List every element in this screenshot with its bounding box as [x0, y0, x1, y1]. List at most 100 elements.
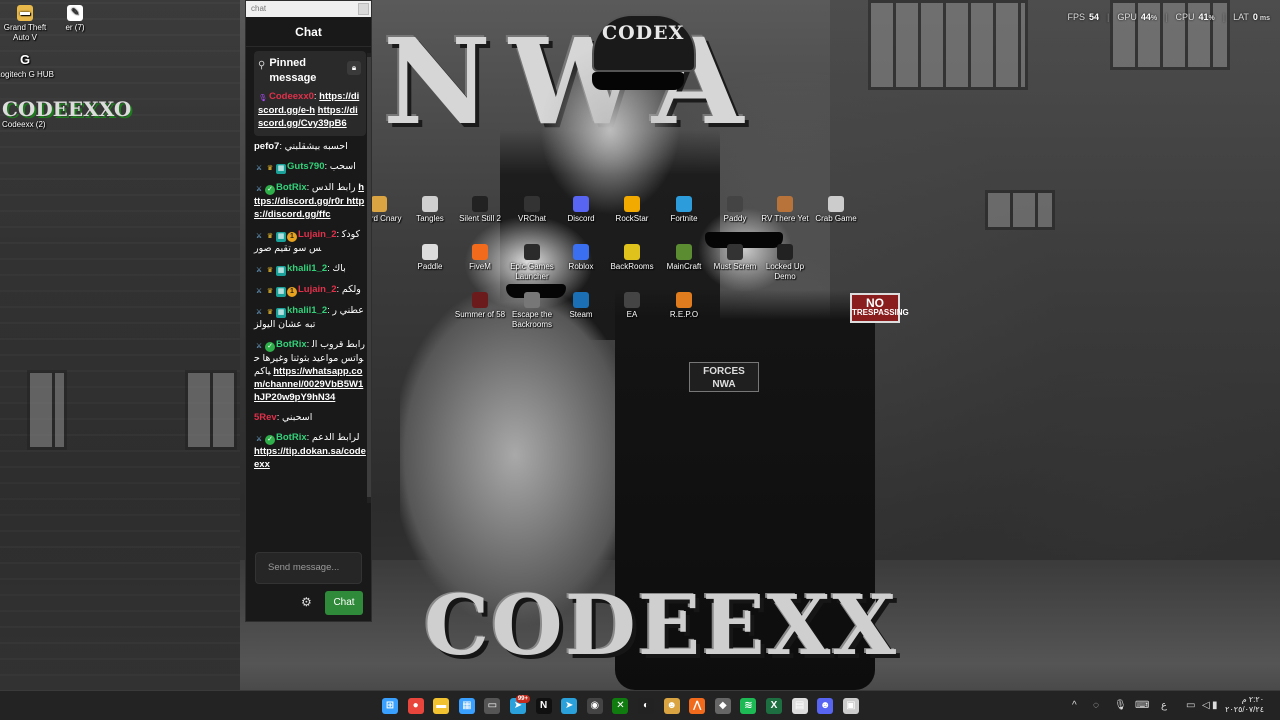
desktop-icon-steam[interactable]: Steam	[552, 292, 610, 320]
chat-header: Chat	[246, 17, 371, 47]
desktop-icon-crab-game[interactable]: Crab Game	[807, 196, 865, 224]
desktop-icon-label: Fortnite	[670, 214, 698, 223]
discord-icon	[573, 196, 589, 212]
language-indicator[interactable]: ع	[1161, 700, 1167, 711]
taskbar-excel-icon[interactable]: X	[766, 698, 782, 714]
desktop-icon-fivem[interactable]: FiveM	[451, 244, 509, 272]
taskbar-telegram-icon[interactable]: ➤ 99+	[510, 695, 530, 714]
taskbar-glyph: N	[539, 700, 548, 711]
chat-message-list[interactable]: ⚲ Pinned message 🔒︎ 🎙︎ Codeexx0: https://…	[246, 47, 371, 547]
window-control-button[interactable]	[358, 3, 369, 15]
desktop-icon-backrooms[interactable]: BackRooms	[603, 244, 661, 272]
taskbar-capcut-icon[interactable]: ◐	[638, 698, 654, 714]
chat-username[interactable]: khalil1_2	[287, 263, 327, 274]
taskbar-phone-link-icon[interactable]: ▭	[484, 698, 501, 714]
desktop-icon-locked-up[interactable]: Locked Up Demo	[756, 244, 814, 282]
taskbar-xbox-icon[interactable]: ✕	[612, 698, 629, 714]
taskbar-file-explorer-icon[interactable]: ▬	[433, 698, 450, 714]
desktop-icon-silent-still[interactable]: Silent Still 2	[451, 196, 509, 224]
pinned-message[interactable]: ⚲ Pinned message 🔒︎ 🎙︎ Codeexx0: https://…	[254, 51, 366, 136]
taskbar-fivem-icon[interactable]: ⋀	[689, 698, 706, 714]
battery-icon[interactable]: ▮	[1212, 700, 1218, 711]
desktop-icon-label: Locked Up Demo	[765, 262, 805, 281]
taskbar-glyph: ➤	[564, 700, 574, 711]
wifi-icon[interactable]: ◌	[1093, 700, 1099, 711]
sword-badge-icon: ⚔	[255, 233, 263, 240]
subscriber-badge-icon: ▦	[276, 164, 286, 174]
desktop-icon-label: Steam	[569, 310, 593, 319]
desktop-icon-codeexx[interactable]: CODEEXXO Codeexx (2)	[2, 98, 131, 130]
chat-scrollbar[interactable]	[367, 53, 371, 503]
chat-message-link[interactable]: https://tip.dokan.sa/codeexx	[254, 446, 366, 470]
folder-icon: ▬	[17, 5, 33, 21]
taskbar-netflix-icon[interactable]: N	[535, 698, 552, 714]
desktop-icon-roblox[interactable]: Roblox	[552, 244, 610, 272]
display-icon[interactable]: ▭	[1186, 700, 1195, 711]
fps-label: FPS	[1067, 12, 1085, 22]
taskbar-crab-game-icon[interactable]: ▣	[842, 698, 859, 714]
chat-username[interactable]: pefo7	[254, 141, 279, 152]
desktop-icon-repo[interactable]: R.E.P.O	[655, 292, 713, 320]
taskbar-store-icon[interactable]: ▦	[458, 698, 475, 714]
desktop-icon-label: BackRooms	[610, 262, 654, 271]
gpu-stat: GPU 44%	[1117, 12, 1158, 22]
taskbar-windows-start-icon[interactable]: ⊞	[382, 698, 398, 714]
taskbar-notepad-icon[interactable]: ▤	[791, 698, 808, 714]
taskbar-obs-icon[interactable]: ◉	[586, 698, 603, 714]
chat-username[interactable]: 5Rev	[254, 412, 277, 423]
chat-message: pefo7: احسبه بيشقلبني	[254, 141, 348, 152]
taskbar-glyph: ◉	[590, 700, 600, 711]
keyboard-icon[interactable]: ⌨	[1135, 700, 1149, 711]
desktop-icon-rockstar[interactable]: RockStar	[603, 196, 661, 224]
taskbar-glyph: ●	[412, 700, 419, 711]
pinned-message-title: Pinned message	[269, 57, 317, 84]
lock-icon[interactable]: 🔒︎	[347, 61, 361, 75]
gear-icon[interactable]: ⚙	[301, 595, 312, 609]
chat-username[interactable]: BotRix	[276, 339, 307, 350]
pinned-user: Codeexx0	[269, 91, 314, 102]
speaker-icon[interactable]: ◁	[1202, 700, 1210, 711]
tray-chevron-icon[interactable]: ^	[1072, 700, 1077, 711]
escape-backrooms-icon	[524, 292, 540, 308]
desktop-icon-label: Paddy	[723, 214, 747, 223]
cpu-value: 41	[1198, 12, 1209, 22]
wallpaper-window	[868, 0, 1028, 90]
desktop-icon-er[interactable]: ✎ er (7)	[46, 5, 104, 33]
desktop-icon-minecraft[interactable]: MainCraft	[655, 244, 713, 272]
wallpaper-patch: FORCES NWA	[689, 362, 759, 392]
chat-titlebar[interactable]: chat	[246, 1, 371, 17]
microphone-icon[interactable]: 🎙︎	[1114, 700, 1127, 711]
desktop-icon-label: Tangles	[416, 214, 444, 223]
chat-username[interactable]: khalil1_2	[287, 305, 327, 316]
desktop-icon-summer-of-58[interactable]: Summer of 58	[451, 292, 509, 320]
chat-message-link[interactable]: https://whatsapp.com/channel/0029VbB5W1h…	[254, 366, 363, 403]
subscriber-badge-icon: ▦	[276, 266, 286, 276]
taskbar-glyph: ▭	[487, 700, 498, 711]
chat-username[interactable]: BotRix	[276, 432, 307, 443]
crown-badge-icon: ♛	[266, 309, 274, 316]
desktop-icon-rv[interactable]: RV There Yet	[756, 196, 814, 224]
chat-send-button[interactable]: Chat	[325, 591, 363, 615]
desktop-icon-discord[interactable]: Discord	[552, 196, 610, 224]
verified-badge-icon: ✓	[265, 342, 275, 352]
desktop-icon-ea[interactable]: EA	[603, 292, 661, 320]
taskbar-discord-canary-icon[interactable]: ☻	[663, 698, 680, 714]
crown-badge-icon: ♛	[266, 233, 274, 240]
system-clock[interactable]: ٢:٢٠ م ٢٠٢٥/٠٧/٢٤	[1225, 695, 1264, 715]
desktop-icon-fortnite[interactable]: Fortnite	[655, 196, 713, 224]
taskbar-telegram-2-icon[interactable]: ➤	[561, 698, 578, 714]
chat-username[interactable]: Guts790	[287, 161, 325, 172]
chat-username[interactable]: BotRix	[276, 182, 307, 193]
chat-username[interactable]: Lujain_2	[298, 284, 337, 295]
crown-badge-icon: ♛	[266, 288, 274, 295]
taskbar-spotify-icon[interactable]: ≋	[740, 698, 757, 714]
chat-message-input[interactable]: Send message...	[255, 552, 362, 584]
taskbar-chrome-icon[interactable]: ●	[407, 698, 424, 714]
scrollbar-thumb[interactable]	[367, 57, 371, 497]
desktop-icon-label: Epic Games Launcher	[510, 262, 554, 281]
taskbar-discord-icon[interactable]: ☻	[817, 698, 834, 714]
desktop-icon-logitech[interactable]: G Logitech G HUB	[0, 52, 54, 80]
chat-username[interactable]: Lujain_2	[298, 229, 337, 240]
desktop-icon-label: EA	[626, 310, 638, 319]
taskbar-game-icon[interactable]: ◆	[714, 698, 731, 714]
